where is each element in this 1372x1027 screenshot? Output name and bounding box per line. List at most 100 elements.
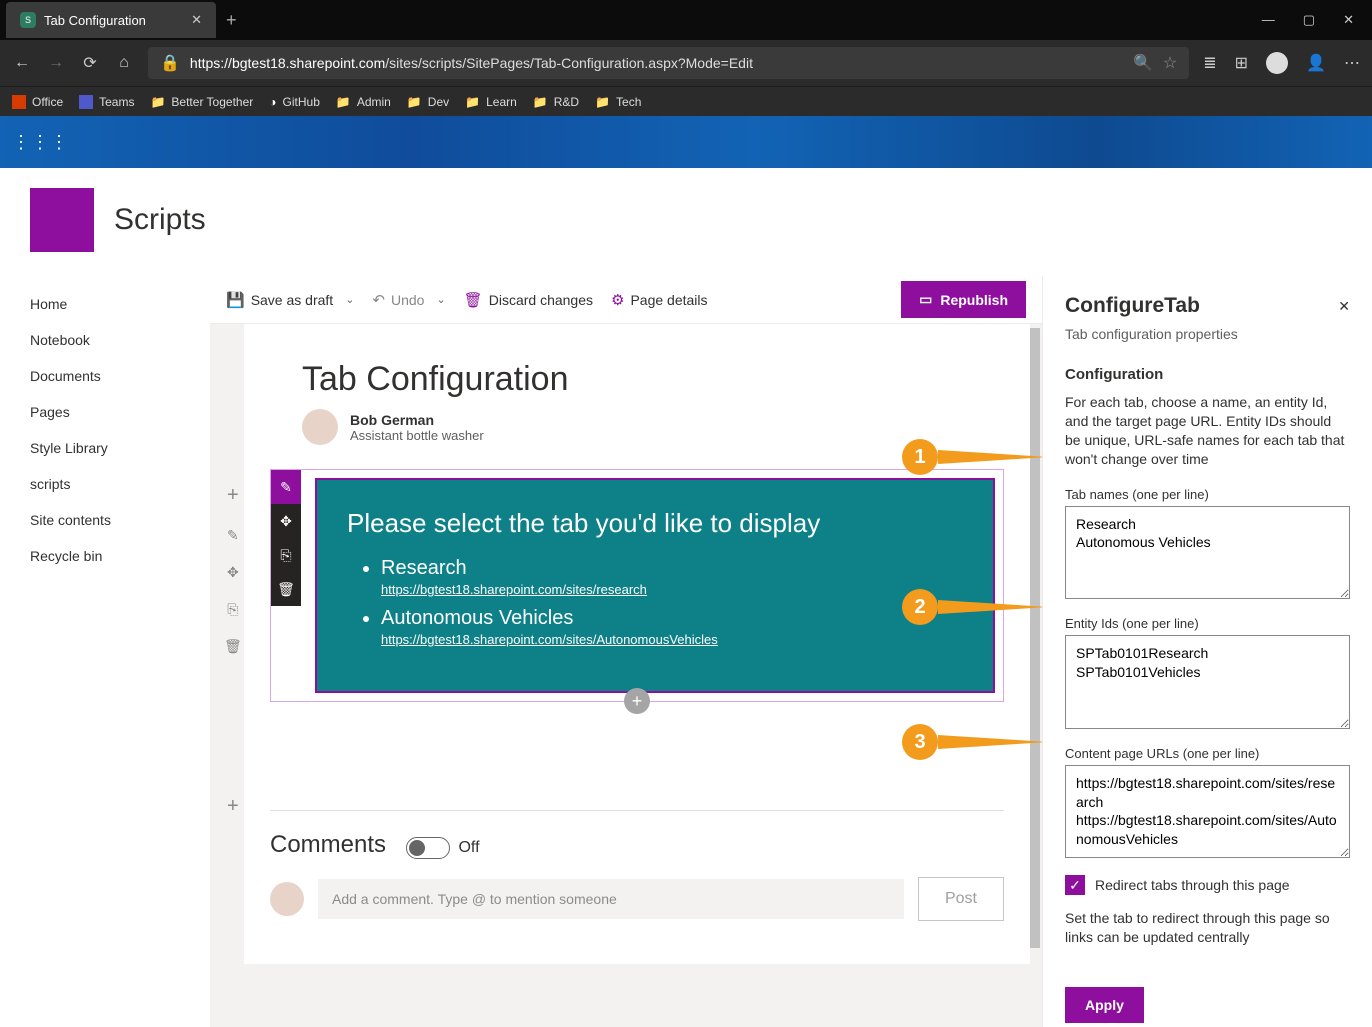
search-in-page-icon[interactable]: 🔍 xyxy=(1133,53,1153,73)
redirect-description: Set the tab to redirect through this pag… xyxy=(1065,909,1350,947)
selected-section[interactable]: ✎ ✥ ⎘ 🗑 Please select the tab you'd like… xyxy=(270,469,1004,702)
nav-scripts[interactable]: scripts xyxy=(0,466,210,502)
add-section-top[interactable]: + xyxy=(227,484,239,507)
bookmark-dev[interactable]: 📁Dev xyxy=(407,95,449,109)
address-bar: ← → ⟳ ⌂ 🔒 https://bgtest18.sharepoint.co… xyxy=(0,40,1372,86)
post-comment-button[interactable]: Post xyxy=(918,877,1004,921)
urls-input[interactable] xyxy=(1065,765,1350,859)
site-logo[interactable] xyxy=(30,188,94,252)
redirect-checkbox[interactable]: ✓ Redirect tabs through this page xyxy=(1065,875,1350,895)
bookmark-teams[interactable]: Teams xyxy=(79,95,134,109)
favorites-bar-icon[interactable]: ≣ xyxy=(1203,53,1216,73)
pane-subtitle: Tab configuration properties xyxy=(1065,326,1350,342)
close-tab-icon[interactable]: ✕ xyxy=(191,12,202,28)
browser-tabbar: S Tab Configuration ✕ + — ▢ ✕ xyxy=(0,0,1372,40)
undo-chevron[interactable]: ⌄ xyxy=(436,293,445,306)
close-window-icon[interactable]: ✕ xyxy=(1343,12,1354,28)
author-name: Bob German xyxy=(350,412,484,428)
webpart-toolbar: ✎ ✥ ⎘ 🗑 xyxy=(271,470,301,606)
bookmark-rnd[interactable]: 📁R&D xyxy=(533,95,579,109)
callout-3: 3 xyxy=(902,724,938,760)
browser-tab[interactable]: S Tab Configuration ✕ xyxy=(6,2,216,38)
left-navigation: Home Notebook Documents Pages Style Libr… xyxy=(0,276,210,1027)
url-text: https://bgtest18.sharepoint.com/sites/sc… xyxy=(190,55,1123,71)
app-launcher-icon[interactable]: ⋮⋮⋮ xyxy=(12,132,69,153)
configure-tab-webpart[interactable]: Please select the tab you'd like to disp… xyxy=(315,478,995,693)
nav-pages[interactable]: Pages xyxy=(0,394,210,430)
property-pane: ConfigureTab ✕ Tab configuration propert… xyxy=(1042,276,1372,1027)
site-header: Scripts xyxy=(0,168,1372,276)
command-bar: 💾Save as draft ⌄ ↶Undo ⌄ 🗑Discard change… xyxy=(210,276,1042,324)
bookmark-better-together[interactable]: 📁Better Together xyxy=(150,95,253,109)
add-webpart-button[interactable]: + xyxy=(624,688,650,714)
nav-home[interactable]: Home xyxy=(0,286,210,322)
duplicate-webpart-icon[interactable]: ⎘ xyxy=(271,538,301,572)
author-avatar xyxy=(302,409,338,445)
comments-toggle[interactable]: Off xyxy=(406,837,479,859)
pane-description: For each tab, choose a name, an entity I… xyxy=(1065,393,1350,469)
bookmark-tech[interactable]: 📁Tech xyxy=(595,95,641,109)
undo-button[interactable]: ↶Undo xyxy=(372,291,424,309)
suite-bar: ⋮⋮⋮ xyxy=(0,116,1372,168)
nav-site-contents[interactable]: Site contents xyxy=(0,502,210,538)
url-field[interactable]: 🔒 https://bgtest18.sharepoint.com/sites/… xyxy=(148,47,1189,79)
page-title[interactable]: Tab Configuration xyxy=(244,324,1030,409)
copy-section-icon[interactable]: ⎘ xyxy=(227,601,238,618)
tab-url-autonomous[interactable]: https://bgtest18.sharepoint.com/sites/Au… xyxy=(381,632,963,647)
add-section-bottom[interactable]: + xyxy=(227,795,239,818)
tabnames-label: Tab names (one per line) xyxy=(1065,487,1350,502)
page-details-button[interactable]: ⚙Page details xyxy=(611,291,708,309)
nav-recycle-bin[interactable]: Recycle bin xyxy=(0,538,210,574)
publish-icon: ▭ xyxy=(919,291,932,308)
comment-input[interactable]: Add a comment. Type @ to mention someone xyxy=(318,879,904,919)
bookmark-office[interactable]: Office xyxy=(12,95,63,109)
bookmarks-bar: Office Teams 📁Better Together ◑GitHub 📁A… xyxy=(0,86,1372,116)
save-draft-chevron[interactable]: ⌄ xyxy=(345,293,354,306)
new-tab-button[interactable]: + xyxy=(226,10,237,31)
bookmark-github[interactable]: ◑GitHub xyxy=(269,95,320,109)
republish-button[interactable]: ▭Republish xyxy=(901,281,1026,318)
profile-menu-icon[interactable]: 👤 xyxy=(1306,53,1326,73)
forward-icon: → xyxy=(46,54,66,72)
bookmark-admin[interactable]: 📁Admin xyxy=(336,95,391,109)
tab-url-research[interactable]: https://bgtest18.sharepoint.com/sites/re… xyxy=(381,582,963,597)
back-icon[interactable]: ← xyxy=(12,54,32,72)
refresh-icon[interactable]: ⟳ xyxy=(80,53,100,73)
edit-section-icon[interactable]: ✎ xyxy=(227,527,239,544)
edit-webpart-icon[interactable]: ✎ xyxy=(271,470,301,504)
bookmark-learn[interactable]: 📁Learn xyxy=(465,95,517,109)
pane-section-label: Configuration xyxy=(1065,366,1350,383)
lock-icon: 🔒 xyxy=(160,53,180,73)
apply-button[interactable]: Apply xyxy=(1065,987,1144,1023)
move-section-icon[interactable]: ✥ xyxy=(227,564,239,581)
author-role: Assistant bottle washer xyxy=(350,428,484,443)
tabnames-input[interactable] xyxy=(1065,506,1350,600)
maximize-icon[interactable]: ▢ xyxy=(1303,12,1315,28)
site-title[interactable]: Scripts xyxy=(114,203,206,237)
comments-heading: Comments xyxy=(270,831,386,859)
favorite-icon[interactable]: ☆ xyxy=(1163,53,1177,73)
delete-webpart-icon[interactable]: 🗑 xyxy=(271,572,301,606)
home-icon[interactable]: ⌂ xyxy=(114,54,134,72)
minimize-icon[interactable]: — xyxy=(1262,12,1275,28)
delete-section-icon[interactable]: 🗑 xyxy=(224,638,242,655)
tab-option-autonomous[interactable]: Autonomous Vehicles https://bgtest18.sha… xyxy=(381,607,963,647)
sharepoint-favicon: S xyxy=(20,12,36,28)
page-author: Bob German Assistant bottle washer xyxy=(244,409,1030,469)
nav-documents[interactable]: Documents xyxy=(0,358,210,394)
move-webpart-icon[interactable]: ✥ xyxy=(271,504,301,538)
collections-icon[interactable]: ⊞ xyxy=(1235,53,1248,73)
nav-notebook[interactable]: Notebook xyxy=(0,322,210,358)
tab-title: Tab Configuration xyxy=(44,13,183,28)
discard-button[interactable]: 🗑Discard changes xyxy=(464,291,593,309)
profile-avatar[interactable] xyxy=(1266,52,1288,74)
urls-label: Content page URLs (one per line) xyxy=(1065,746,1350,761)
save-draft-button[interactable]: 💾Save as draft xyxy=(226,291,333,309)
close-pane-icon[interactable]: ✕ xyxy=(1338,298,1350,315)
tab-option-research[interactable]: Research https://bgtest18.sharepoint.com… xyxy=(381,557,963,597)
webpart-heading: Please select the tab you'd like to disp… xyxy=(347,508,963,539)
entityids-input[interactable] xyxy=(1065,635,1350,729)
more-icon[interactable]: ⋯ xyxy=(1344,53,1360,73)
nav-style-library[interactable]: Style Library xyxy=(0,430,210,466)
pane-title: ConfigureTab xyxy=(1065,294,1338,318)
